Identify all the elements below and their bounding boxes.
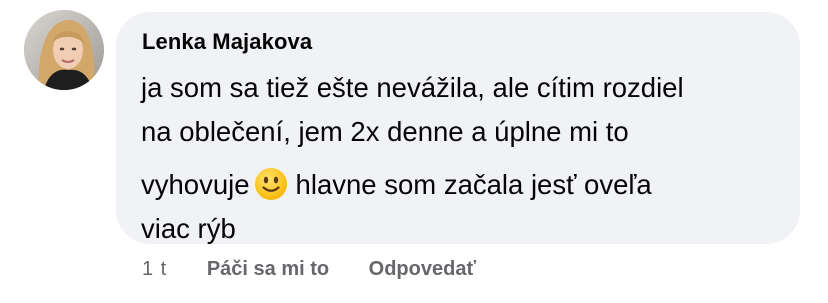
avatar[interactable] (24, 10, 104, 90)
comment-line-4: viac rýb (141, 213, 236, 244)
comment: Lenka Majakova ja som sa tiež ešte neváž… (0, 0, 828, 303)
comment-line-3-end: hlavne som začala jesť oveľa (295, 169, 652, 200)
comment-line-2: na oblečení, jem 2x denne a úplne mi to (141, 116, 629, 147)
comment-actions: 1 t Páči sa mi to Odpovedať (142, 258, 476, 281)
comment-bubble: Lenka Majakova ja som sa tiež ešte neváž… (116, 12, 800, 244)
comment-line-1: ja som sa tiež ešte nevážila, ale cítim … (141, 72, 684, 103)
comment-line-3-start: vyhovuje (141, 169, 250, 200)
slightly-smiling-face-icon (254, 167, 288, 201)
comment-text: ja som sa tiež ešte nevážila, ale cítim … (141, 66, 684, 251)
avatar-photo (24, 10, 104, 90)
comment-line-3: vyhovuje hlavne som začala jesť oveľa (141, 163, 684, 207)
author-name[interactable]: Lenka Majakova (142, 29, 312, 55)
timestamp[interactable]: 1 t (142, 258, 167, 281)
like-button[interactable]: Páči sa mi to (207, 258, 329, 281)
reply-button[interactable]: Odpovedať (369, 258, 476, 281)
